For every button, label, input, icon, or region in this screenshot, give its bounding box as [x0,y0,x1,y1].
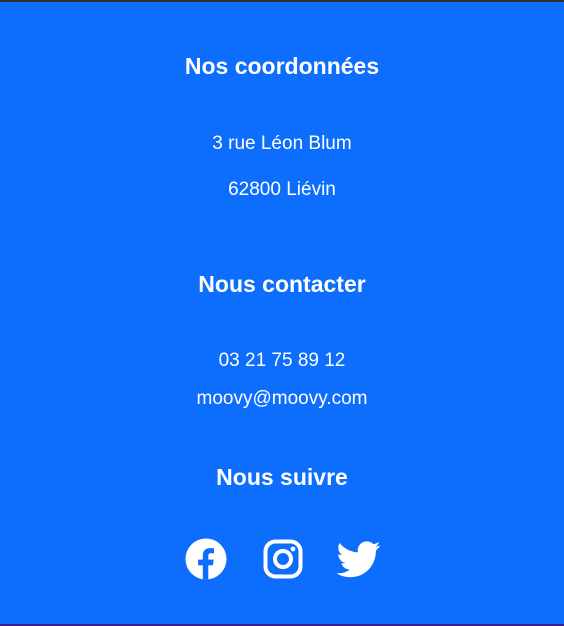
instagram-icon[interactable] [261,537,305,581]
coordinates-heading: Nos coordonnées [184,53,380,79]
contact-footer: Nos coordonnées 3 rue Léon Blum 62800 Li… [0,2,564,624]
social-links [0,537,564,581]
follow-heading: Nous suivre [216,464,348,490]
phone-link[interactable]: 03 21 75 89 12 [0,349,564,373]
email-link[interactable]: moovy@moovy.com [0,387,564,411]
facebook-icon[interactable] [184,537,228,581]
twitter-icon[interactable] [337,537,381,581]
address-line-1: 3 rue Léon Blum [212,133,352,154]
address-line-2: 62800 Liévin [228,179,336,200]
contact-heading: Nous contacter [198,271,366,297]
